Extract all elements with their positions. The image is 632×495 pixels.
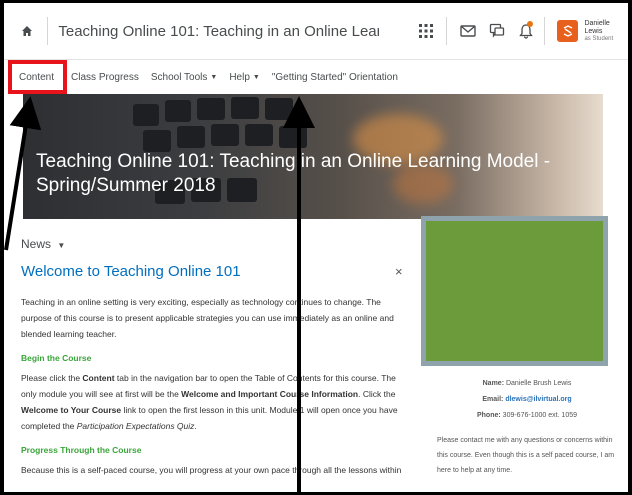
chevron-down-icon: ▼ [252,73,260,81]
begin-welcome-course: Welcome to Your Course [21,405,122,415]
instructor-contact: Name: Danielle Brush Lewis Email: dlewis… [437,376,617,424]
course-nav: Content Class Progress School Tools ▼ Hel… [4,60,628,94]
nav-school-tools[interactable]: School Tools ▼ [151,72,217,83]
begin-welcome-info: Welcome and Important Course Information [181,389,359,399]
begin-text: . [194,421,197,431]
name-label: Name: [482,380,505,387]
progress-paragraph: Because this is a self-paced course, you… [21,465,402,475]
divider [446,17,448,45]
banner-title: Teaching Online 101: Teaching in an Onli… [36,151,551,196]
user-role: as Student [584,35,614,42]
begin-text: . Click the [358,389,396,399]
course-banner: Teaching Online 101: Teaching in an Onli… [23,94,603,219]
mail-icon[interactable] [453,16,482,46]
intro-paragraph: Teaching in an online setting is very ex… [21,297,394,339]
nav-help[interactable]: Help ▼ [229,72,260,83]
top-icons: Danielle Lewis as Student [411,16,628,46]
course-title[interactable]: Teaching Online 101: Teaching in an Onli… [58,23,379,40]
phone-value: 309-676-1000 ext. 1059 [502,412,578,419]
nav-class-progress[interactable]: Class Progress [71,72,139,83]
begin-paragraph: Please click the Content tab in the navi… [21,370,413,434]
contact-phone-row: Phone: 309-676-1000 ext. 1059 [437,408,617,424]
phone-label: Phone: [476,412,501,419]
email-label: Email: [482,396,504,403]
begin-quiz: Participation Expectations Quiz [76,421,195,431]
nav-help-label: Help [229,71,250,83]
begin-heading: Begin the Course [21,353,92,363]
chevron-down-icon: ▼ [210,73,218,81]
begin-text: Please click the [21,373,83,383]
divider [544,17,546,45]
welcome-title[interactable]: Welcome to Teaching Online 101 [21,263,241,280]
email-link[interactable]: dlewis@ilvirtual.org [505,396,571,403]
chevron-down-icon[interactable]: ▼ [57,241,65,250]
instructor-image [421,216,608,366]
contact-note: Please contact me with any questions or … [437,437,615,474]
news-widget-header[interactable]: News ▼ [21,237,65,251]
name-value: Danielle Brush Lewis [505,380,572,387]
divider [47,17,49,45]
bell-icon[interactable] [511,16,540,46]
user-info: Danielle Lewis as Student [584,20,628,43]
close-icon[interactable]: × [395,264,403,279]
home-icon[interactable] [16,25,37,37]
begin-content-term: Content [82,373,115,383]
news-label: News [21,237,52,251]
contact-email-row: Email: dlewis@ilvirtual.org [437,392,617,408]
user-name: Danielle Lewis [584,19,610,35]
user-avatar-icon[interactable] [557,19,579,42]
news-article: Teaching in an online setting is very ex… [21,294,413,486]
contact-name-row: Name: Danielle Brush Lewis [437,376,617,392]
nav-getting-started[interactable]: "Getting Started" Orientation [272,72,398,83]
chat-icon[interactable] [482,16,511,46]
content-highlight-box [8,60,67,94]
user-menu[interactable]: Danielle Lewis as Student [557,20,628,43]
waffle-icon[interactable] [411,16,440,46]
top-bar: Teaching Online 101: Teaching in an Onli… [4,3,628,60]
progress-heading: Progress Through the Course [21,445,142,455]
nav-school-tools-label: School Tools [150,71,208,83]
